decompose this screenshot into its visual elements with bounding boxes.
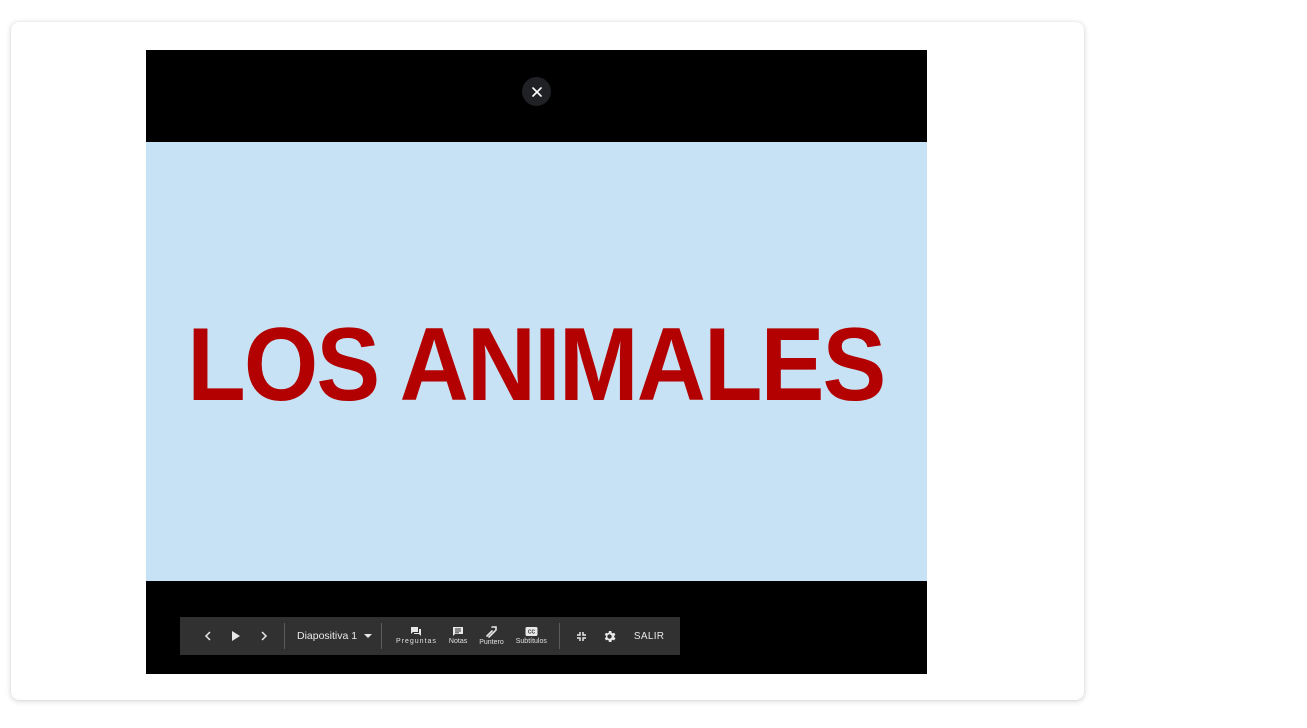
slide-selector-label: Diapositiva 1 <box>297 630 358 642</box>
captions-label: Subtítulos <box>515 638 547 645</box>
slide-selector-dropdown[interactable]: Diapositiva 1 <box>285 617 381 655</box>
notes-button[interactable]: Notas <box>443 617 473 655</box>
presentation-toolbar: Diapositiva 1 Preguntas Notas Puntero CC… <box>180 617 680 655</box>
close-button[interactable] <box>522 77 551 106</box>
captions-button[interactable]: CC Subtítulos <box>510 617 553 655</box>
questions-label: Preguntas <box>396 638 437 645</box>
gear-icon <box>605 630 616 642</box>
play-icon <box>232 631 240 641</box>
notes-label: Notas <box>448 638 468 645</box>
settings-button[interactable] <box>596 617 624 655</box>
caret-down-icon <box>364 634 372 638</box>
close-icon <box>531 86 542 97</box>
chevron-left-icon <box>204 631 211 641</box>
svg-text:CC: CC <box>528 630 536 636</box>
previous-slide-button[interactable] <box>194 617 222 655</box>
chevron-right-icon <box>261 631 268 641</box>
toolbar-divider <box>558 623 560 649</box>
play-button[interactable] <box>222 617 250 655</box>
notes-icon <box>453 627 464 636</box>
exit-button[interactable]: SALIR <box>624 617 674 655</box>
pointer-label: Puntero <box>479 638 504 646</box>
questions-button[interactable]: Preguntas <box>390 617 443 655</box>
laser-pointer-icon <box>486 625 498 638</box>
fullscreen-exit-icon <box>577 631 587 641</box>
closed-captions-icon: CC <box>525 627 538 636</box>
presenter-view: LOS ANIMALES Diapositiva 1 Preguntas Not… <box>146 50 927 674</box>
exit-fullscreen-button[interactable] <box>568 617 596 655</box>
slide-canvas[interactable]: LOS ANIMALES <box>146 142 927 581</box>
next-slide-button[interactable] <box>250 617 278 655</box>
pointer-button[interactable]: Puntero <box>473 617 510 655</box>
questions-icon <box>411 627 422 636</box>
toolbar-divider <box>381 623 382 649</box>
slide-title: LOS ANIMALES <box>187 307 886 423</box>
